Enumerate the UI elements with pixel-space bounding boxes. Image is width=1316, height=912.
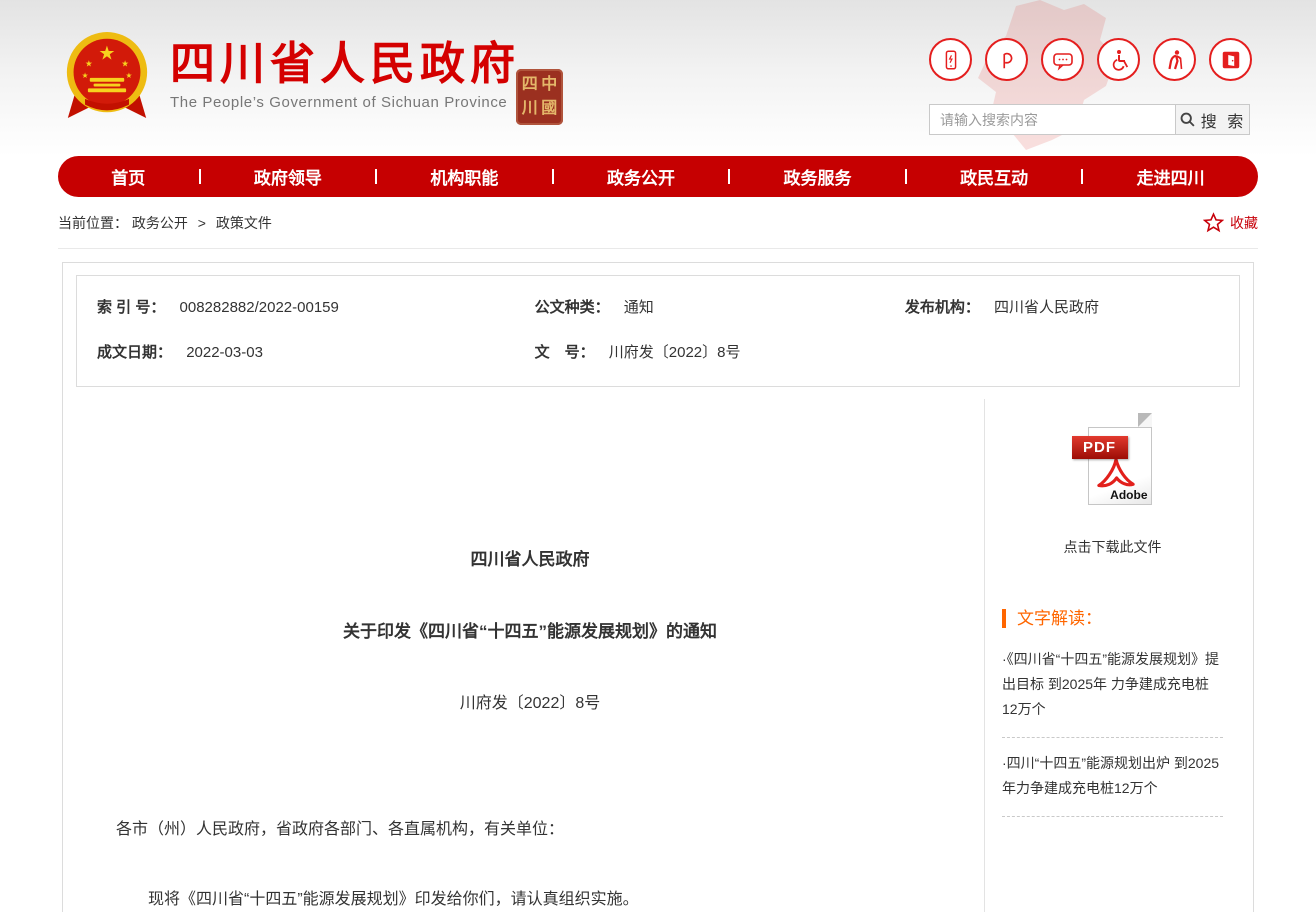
document-container: 索 引 号： 008282882/2022-00159 公文种类： 通知 发布机…: [62, 262, 1254, 912]
interpretation-link[interactable]: ·《四川省“十四五”能源发展规划》提出目标 到2025年 力争建成充电桩12万个: [1002, 634, 1223, 738]
search-button[interactable]: 搜 索: [1175, 105, 1249, 134]
nav-item-institutional-functions[interactable]: 机构职能: [430, 164, 498, 189]
meta-index-number: 索 引 号： 008282882/2022-00159: [97, 296, 535, 317]
svg-text:★: ★: [82, 71, 89, 80]
star-icon: [1203, 212, 1224, 233]
meta-label: 文 号：: [535, 344, 595, 361]
seal-char: 川: [522, 101, 538, 117]
meta-value: 川府发〔2022〕8号: [609, 344, 741, 361]
pdf-banner-label: PDF: [1072, 436, 1128, 459]
nav-item-home[interactable]: 首页: [111, 164, 145, 189]
breadcrumb: 当前位置： 政务公开 > 政策文件: [58, 213, 272, 233]
interpretation-link-list: ·《四川省“十四五”能源发展规划》提出目标 到2025年 力争建成充电桩12万个…: [1002, 634, 1223, 817]
quick-access-icons: [929, 38, 1252, 81]
text-interpretation-heading: 文字解读：: [1002, 609, 1223, 628]
site-title-block: 四川省人民政府 The People’s Government of Sichu…: [170, 30, 520, 111]
accessibility-wheelchair-icon[interactable]: [1097, 38, 1140, 81]
pdf-file-icon[interactable]: PDF Adobe: [1072, 427, 1154, 505]
national-emblem-logo: ★ ★ ★ ★ ★: [64, 30, 150, 122]
document-title: 关于印发《四川省“十四五”能源发展规划》的通知: [116, 617, 944, 642]
content-row: 四川省人民政府 关于印发《四川省“十四五”能源发展规划》的通知 川府发〔2022…: [76, 399, 1240, 912]
sidebar: PDF Adobe 点击下载此文件 文字解读： ·《四川省“十四五”能源发展规划…: [984, 399, 1240, 912]
document-body: 四川省人民政府 关于印发《四川省“十四五”能源发展规划》的通知 川府发〔2022…: [76, 399, 984, 912]
mobile-app-icon[interactable]: [929, 38, 972, 81]
meta-label: 成文日期：: [97, 344, 172, 361]
meta-value: 2022-03-03: [186, 344, 263, 361]
document-number: 川府发〔2022〕8号: [116, 689, 944, 713]
nav-item-public-interaction[interactable]: 政民互动: [960, 164, 1028, 189]
seal-char: 四: [522, 77, 538, 93]
meta-label: 索 引 号：: [97, 299, 165, 316]
svg-text:★: ★: [126, 71, 133, 80]
china-sichuan-seal: 四 中 川 國: [516, 69, 563, 125]
nav-separator: [552, 169, 554, 184]
seal-char: 中: [541, 77, 557, 93]
nav-separator: [1081, 169, 1083, 184]
search-bar: 搜 索: [929, 104, 1250, 135]
meta-document-number: 文 号： 川府发〔2022〕8号: [535, 341, 905, 362]
site-subtitle: The People’s Government of Sichuan Provi…: [170, 94, 520, 111]
adobe-brand-label: Adobe: [1110, 488, 1147, 502]
exit-door-icon[interactable]: [1209, 38, 1252, 81]
download-file-link[interactable]: 点击下载此文件: [1002, 537, 1223, 557]
pdf-fold-corner: [1138, 413, 1152, 427]
search-button-label: 搜 索: [1201, 108, 1246, 132]
svg-text:★: ★: [121, 58, 129, 68]
meta-value: 008282882/2022-00159: [180, 299, 339, 316]
nav-item-government-services[interactable]: 政务服务: [784, 164, 852, 189]
meta-label: 发布机构：: [905, 299, 980, 316]
document-issuer-title: 四川省人民政府: [116, 545, 944, 570]
nav-separator: [728, 169, 730, 184]
svg-text:★: ★: [85, 58, 93, 68]
breadcrumb-item-government-affairs[interactable]: 政务公开: [132, 215, 188, 231]
breadcrumb-separator: >: [198, 215, 206, 231]
meta-publisher: 发布机构： 四川省人民政府: [905, 296, 1219, 317]
favorite-label: 收藏: [1230, 213, 1258, 233]
meta-value: 通知: [624, 299, 654, 316]
meta-value: 四川省人民政府: [994, 299, 1099, 316]
meta-document-type: 公文种类： 通知: [535, 296, 905, 317]
message-bubble-icon[interactable]: [1041, 38, 1084, 81]
document-paragraph: 各市（州）人民政府，省政府各部门、各直属机构，有关单位：: [116, 817, 944, 843]
document-paragraph: 现将《四川省“十四五”能源发展规划》印发给你们，请认真组织实施。: [116, 887, 944, 912]
document-meta-table: 索 引 号： 008282882/2022-00159 公文种类： 通知 发布机…: [76, 275, 1240, 387]
seal-char: 國: [541, 101, 557, 117]
nav-separator: [199, 169, 201, 184]
meta-issue-date: 成文日期： 2022-03-03: [97, 341, 535, 362]
elderly-mode-icon[interactable]: [1153, 38, 1196, 81]
meta-label: 公文种类：: [535, 299, 610, 316]
nav-item-about-sichuan[interactable]: 走进四川: [1137, 164, 1205, 189]
nav-separator: [375, 169, 377, 184]
search-input[interactable]: [930, 105, 1175, 134]
nav-item-government-affairs[interactable]: 政务公开: [607, 164, 675, 189]
breadcrumb-item-policy-documents[interactable]: 政策文件: [216, 215, 272, 231]
breadcrumb-row: 当前位置： 政务公开 > 政策文件 收藏: [58, 197, 1258, 249]
nav-item-government-leaders[interactable]: 政府领导: [254, 164, 322, 189]
search-icon: [1179, 111, 1196, 128]
svg-text:★: ★: [98, 44, 115, 65]
nav-separator: [905, 169, 907, 184]
favorite-button[interactable]: 收藏: [1203, 212, 1258, 233]
site-branding: ★ ★ ★ ★ ★ 四川省人民政府 The People’s Governmen…: [64, 30, 520, 122]
interpretation-link[interactable]: ·四川“十四五”能源规划出炉 到2025年力争建成充电桩12万个: [1002, 738, 1223, 817]
site-header: ★ ★ ★ ★ ★ 四川省人民政府 The People’s Governmen…: [0, 0, 1316, 156]
media-p-badge-icon[interactable]: [985, 38, 1028, 81]
site-title: 四川省人民政府: [170, 40, 520, 87]
main-navigation: 首页 政府领导 机构职能 政务公开 政务服务 政民互动 走进四川: [58, 156, 1258, 197]
breadcrumb-prefix: 当前位置：: [58, 215, 128, 231]
